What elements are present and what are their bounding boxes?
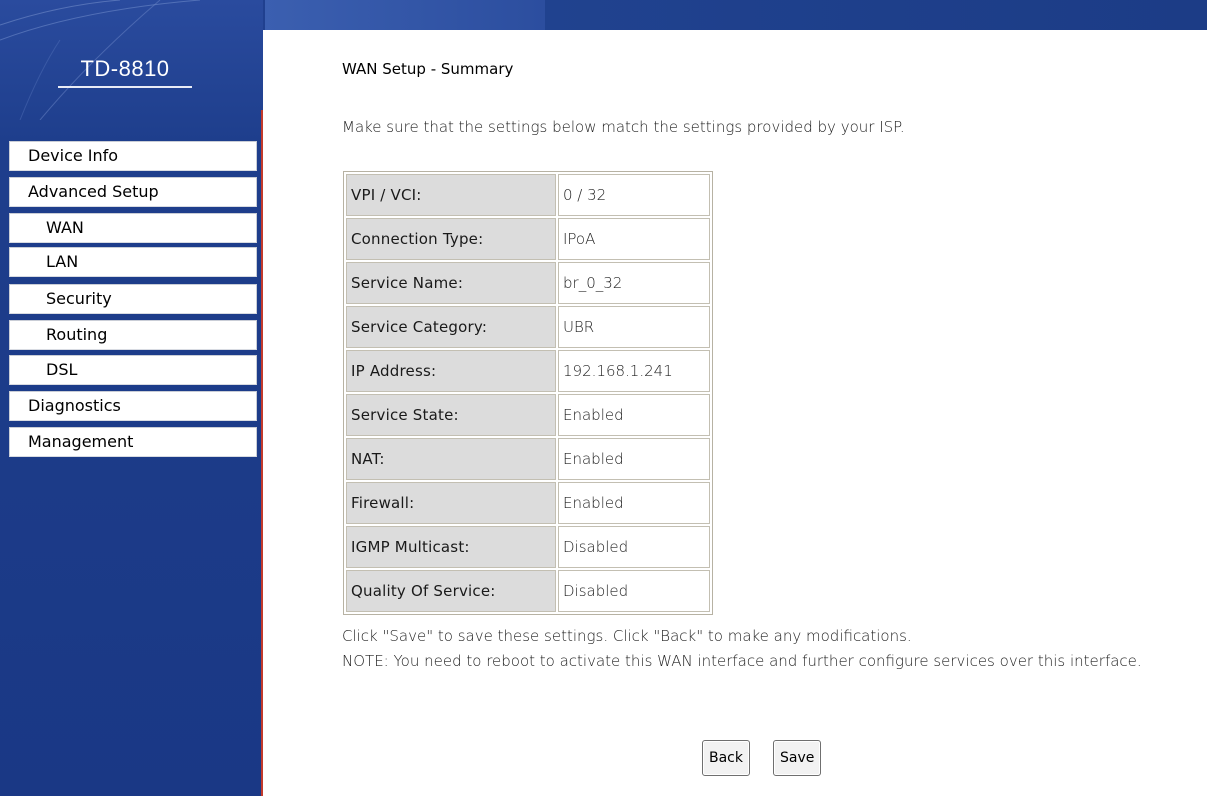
nav-advanced-setup[interactable]: Advanced Setup	[9, 177, 257, 207]
nav-wan[interactable]: WAN	[9, 213, 257, 243]
nav-label: Security	[46, 289, 112, 308]
nav-label: Advanced Setup	[28, 182, 159, 201]
save-note: Click "Save" to save these settings. Cli…	[342, 624, 1182, 674]
table-row: VPI / VCI: 0 / 32	[346, 174, 710, 216]
row-value: Disabled	[558, 526, 710, 568]
row-label: IP Address:	[346, 350, 556, 392]
save-button[interactable]: Save	[773, 740, 822, 776]
nav-management[interactable]: Management	[9, 427, 257, 457]
row-label: Firewall:	[346, 482, 556, 524]
row-label: Quality Of Service:	[346, 570, 556, 612]
save-instruction-text: Click "Save" to save these settings. Cli…	[342, 627, 912, 645]
table-row: Service Name: br_0_32	[346, 262, 710, 304]
row-value: 192.168.1.241	[558, 350, 710, 392]
nav-routing[interactable]: Routing	[9, 320, 257, 350]
model-underline	[58, 86, 192, 88]
row-label: IGMP Multicast:	[346, 526, 556, 568]
row-label: Connection Type:	[346, 218, 556, 260]
nav-diagnostics[interactable]: Diagnostics	[9, 391, 257, 421]
back-button[interactable]: Back	[702, 740, 750, 776]
table-row: Service State: Enabled	[346, 394, 710, 436]
row-label: NAT:	[346, 438, 556, 480]
table-row: Connection Type: IPoA	[346, 218, 710, 260]
row-label: Service State:	[346, 394, 556, 436]
row-value: UBR	[558, 306, 710, 348]
nav-label: LAN	[46, 252, 79, 271]
table-row: Quality Of Service: Disabled	[346, 570, 710, 612]
nav-label: Diagnostics	[28, 396, 121, 415]
summary-table: VPI / VCI: 0 / 32 Connection Type: IPoA …	[343, 171, 713, 615]
row-label: Service Category:	[346, 306, 556, 348]
row-label: Service Name:	[346, 262, 556, 304]
nav-label: DSL	[46, 360, 78, 379]
table-row: IP Address: 192.168.1.241	[346, 350, 710, 392]
intro-text: Make sure that the settings below match …	[342, 118, 905, 136]
nav-label: Routing	[46, 325, 108, 344]
model-title: TD-8810	[80, 56, 170, 81]
nav-device-info[interactable]: Device Info	[9, 141, 257, 171]
nav-label: Management	[28, 432, 134, 451]
nav-label: Device Info	[28, 146, 119, 165]
top-banner-highlight	[265, 0, 545, 30]
nav-label: WAN	[46, 218, 84, 237]
table-row: IGMP Multicast: Disabled	[346, 526, 710, 568]
table-row: Service Category: UBR	[346, 306, 710, 348]
row-value: 0 / 32	[558, 174, 710, 216]
row-value: Enabled	[558, 482, 710, 524]
row-value: IPoA	[558, 218, 710, 260]
nav-dsl[interactable]: DSL	[9, 355, 257, 385]
row-value: Disabled	[558, 570, 710, 612]
reboot-note-text: NOTE: You need to reboot to activate thi…	[342, 652, 1142, 670]
row-value: Enabled	[558, 394, 710, 436]
row-value: Enabled	[558, 438, 710, 480]
page-title: WAN Setup - Summary	[342, 60, 514, 78]
table-row: Firewall: Enabled	[346, 482, 710, 524]
row-label: VPI / VCI:	[346, 174, 556, 216]
nav-lan[interactable]: LAN	[9, 247, 257, 277]
row-value: br_0_32	[558, 262, 710, 304]
table-row: NAT: Enabled	[346, 438, 710, 480]
nav-security[interactable]: Security	[9, 284, 257, 314]
